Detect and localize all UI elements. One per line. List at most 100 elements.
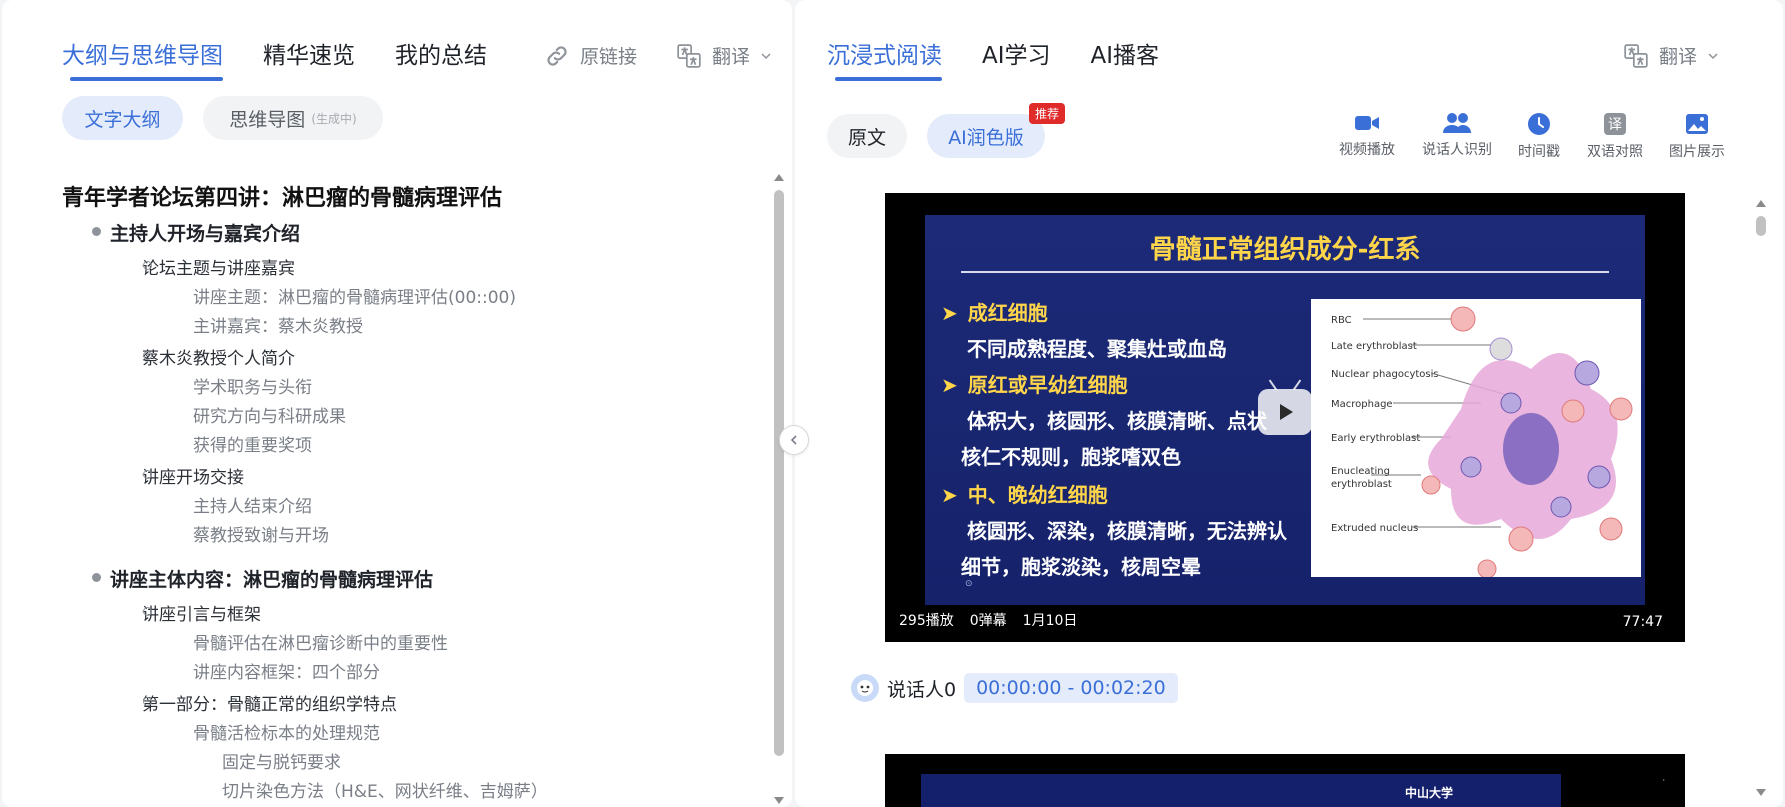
outline-node[interactable]: 第一部分：骨髓正常的组织学特点 (62, 690, 397, 715)
tool-label: 视频播放 (1339, 142, 1395, 158)
tab-outline-mindmap[interactable]: 大纲与思维导图 (62, 36, 223, 81)
play-button[interactable] (1258, 389, 1312, 435)
outline-node[interactable]: 主讲嘉宾：蔡木炎教授 (62, 312, 363, 337)
slide-line: 细节，胞浆淡染，核周空晕 (961, 555, 1201, 579)
outline-node[interactable]: 切片染色方法（H&E、网状纤维、吉姆萨） (62, 777, 548, 802)
slide-line: 核圆形、深染，核膜清晰，无法辨认 (967, 519, 1287, 543)
outline-node[interactable]: 蔡木炎教授个人简介 (62, 344, 295, 369)
left-tab-bar: 大纲与思维导图 精华速览 我的总结 (62, 36, 487, 81)
ai-polished-label: AI润色版 (948, 126, 1024, 149)
outline-node[interactable]: 固定与脱钙要求 (62, 748, 341, 773)
speaker-avatar (851, 674, 879, 702)
speakers-icon (1443, 113, 1471, 133)
outline-node[interactable]: 讲座主题：淋巴瘤的骨髓病理评估(00::00) (62, 283, 516, 308)
original-link-label: 原链接 (580, 46, 638, 68)
tool-label: 双语对照 (1587, 144, 1643, 160)
bilingual-tool[interactable]: 译 双语对照 (1587, 112, 1643, 161)
play-count: 295播放 (899, 613, 954, 629)
mindmap-view-toggle[interactable]: 思维导图 (生成中) (203, 96, 383, 140)
tab-my-summary[interactable]: 我的总结 (395, 36, 487, 70)
svg-text:译: 译 (1608, 117, 1622, 133)
video-playback-tool[interactable]: 视频播放 (1339, 112, 1395, 159)
scroll-down-arrow[interactable] (774, 797, 784, 804)
ai-polished-toggle[interactable]: AI润色版 推荐 (927, 103, 1065, 158)
play-icon (1280, 404, 1293, 420)
collapse-panel-button[interactable] (779, 425, 809, 455)
link-icon (547, 45, 567, 66)
speaker-name: 说话人0 (887, 678, 957, 701)
translate-icon: 译 (1604, 113, 1626, 135)
slide-line: 核仁不规则，胞浆嗜双色 (961, 445, 1181, 469)
chevron-down-icon (761, 52, 771, 59)
cell-diagram-icon (1363, 306, 1633, 577)
reading-scrollbar[interactable] (1755, 198, 1767, 796)
video-duration: 77:47 (1622, 614, 1663, 630)
outline-view-label: 文字大纲 (84, 108, 161, 131)
timestamp-tool[interactable]: 时间戳 (1518, 112, 1560, 161)
outline-node[interactable]: 论坛主题与讲座嘉宾 (62, 254, 295, 279)
translate-label: 翻译 (712, 46, 751, 68)
outline-node[interactable]: 讲座内容框架：四个部分 (62, 658, 380, 683)
tab-ai-learning[interactable]: AI学习 (982, 36, 1051, 70)
outline-view-toggle[interactable]: 文字大纲 (62, 96, 183, 140)
translate-icon (1624, 43, 1648, 68)
tab-highlights[interactable]: 精华速览 (263, 36, 355, 70)
translate-dropdown-right[interactable]: 翻译 (1623, 42, 1719, 69)
outline-node[interactable]: 讲座主体内容：淋巴瘤的骨髓病理评估 (62, 565, 433, 592)
outline-node[interactable]: 讲座开场交接 (62, 463, 244, 488)
corner-tag: · (1662, 776, 1665, 785)
outline-node[interactable]: 主持人结束介绍 (62, 492, 312, 517)
outline-title: 青年学者论坛第四讲：淋巴瘤的骨髓病理评估 (62, 186, 503, 211)
slide-line: 成红细胞 (941, 297, 1048, 326)
tool-label: 时间戳 (1518, 144, 1560, 160)
translate-icon (677, 43, 701, 68)
slide-footer-logo: ⊙ (965, 579, 973, 589)
translate-label: 翻译 (1659, 46, 1698, 68)
mindmap-status: (生成中) (311, 111, 357, 126)
right-tab-bar: 沉浸式阅读 AI学习 AI播客 (827, 36, 1160, 81)
slide-line: 原红或早幼红细胞 (941, 369, 1128, 398)
tab-ai-podcast[interactable]: AI播客 (1091, 36, 1160, 70)
slide-line: 中、晚幼红细胞 (941, 479, 1108, 508)
slide-divider (961, 271, 1609, 273)
speaker-identification-tool[interactable]: 说话人识别 (1422, 112, 1492, 159)
tool-label: 说话人识别 (1422, 142, 1492, 158)
next-video-player[interactable]: 中山大学 · (885, 754, 1685, 807)
upload-date: 1月10日 (1022, 613, 1078, 629)
original-text-toggle[interactable]: 原文 (827, 114, 907, 158)
translate-dropdown-left[interactable]: 翻译 (676, 42, 772, 69)
avatar-icon (857, 680, 873, 696)
next-video-frame (921, 774, 1561, 807)
chevron-left-icon (790, 435, 797, 445)
outline-node[interactable]: 讲座引言与框架 (62, 600, 261, 625)
clock-icon (1528, 113, 1550, 135)
outline-node[interactable]: 学术职务与头衔 (62, 373, 312, 398)
outline-node[interactable]: 骨髓活检标本的处理规范 (62, 719, 380, 744)
slide-line: 体积大，核圆形、核膜清晰、点状 (967, 409, 1267, 433)
speaker-row: 说话人0 00:00:00 - 00:02:20 (851, 673, 1178, 703)
outline-scroll-thumb[interactable] (774, 190, 784, 756)
scroll-up-arrow[interactable] (1756, 200, 1766, 207)
reading-scroll-thumb[interactable] (1756, 216, 1766, 236)
scroll-up-arrow[interactable] (774, 174, 784, 181)
outline-node[interactable]: 骨髓评估在淋巴瘤诊断中的重要性 (62, 629, 448, 654)
original-link-button[interactable]: 原链接 (544, 42, 637, 69)
speaker-timestamp[interactable]: 00:00:00 - 00:02:20 (964, 673, 1178, 703)
outline-scrollbar[interactable] (773, 172, 785, 804)
outline-node[interactable]: 获得的重要奖项 (62, 431, 312, 456)
slide-line: 不同成熟程度、聚集灶或血岛 (967, 337, 1227, 361)
video-camera-icon (1355, 116, 1379, 130)
outline-tree: 青年学者论坛第四讲：淋巴瘤的骨髓病理评估 主持人开场与嘉宾介绍 论坛主题与讲座嘉… (62, 176, 762, 807)
danmaku-count: 0弹幕 (969, 613, 1007, 629)
university-logo: 中山大学 (1405, 786, 1454, 800)
tab-immersive-reading[interactable]: 沉浸式阅读 (827, 36, 942, 81)
outline-node[interactable]: 主持人开场与嘉宾介绍 (62, 219, 300, 246)
erythroid-island-figure: RBC Late erythroblast Nuclear phagocytos… (1311, 299, 1641, 577)
outline-node[interactable]: 蔡教授致谢与开场 (62, 521, 329, 546)
outline-node[interactable]: 研究方向与科研成果 (62, 402, 346, 427)
chevron-down-icon (1708, 52, 1718, 59)
video-player[interactable]: 骨髓正常组织成分-红系 成红细胞 不同成熟程度、聚集灶或血岛 原红或早幼红细胞 … (885, 193, 1685, 642)
image-icon (1686, 114, 1708, 134)
image-display-tool[interactable]: 图片展示 (1669, 112, 1725, 161)
scroll-down-arrow[interactable] (1756, 789, 1766, 796)
